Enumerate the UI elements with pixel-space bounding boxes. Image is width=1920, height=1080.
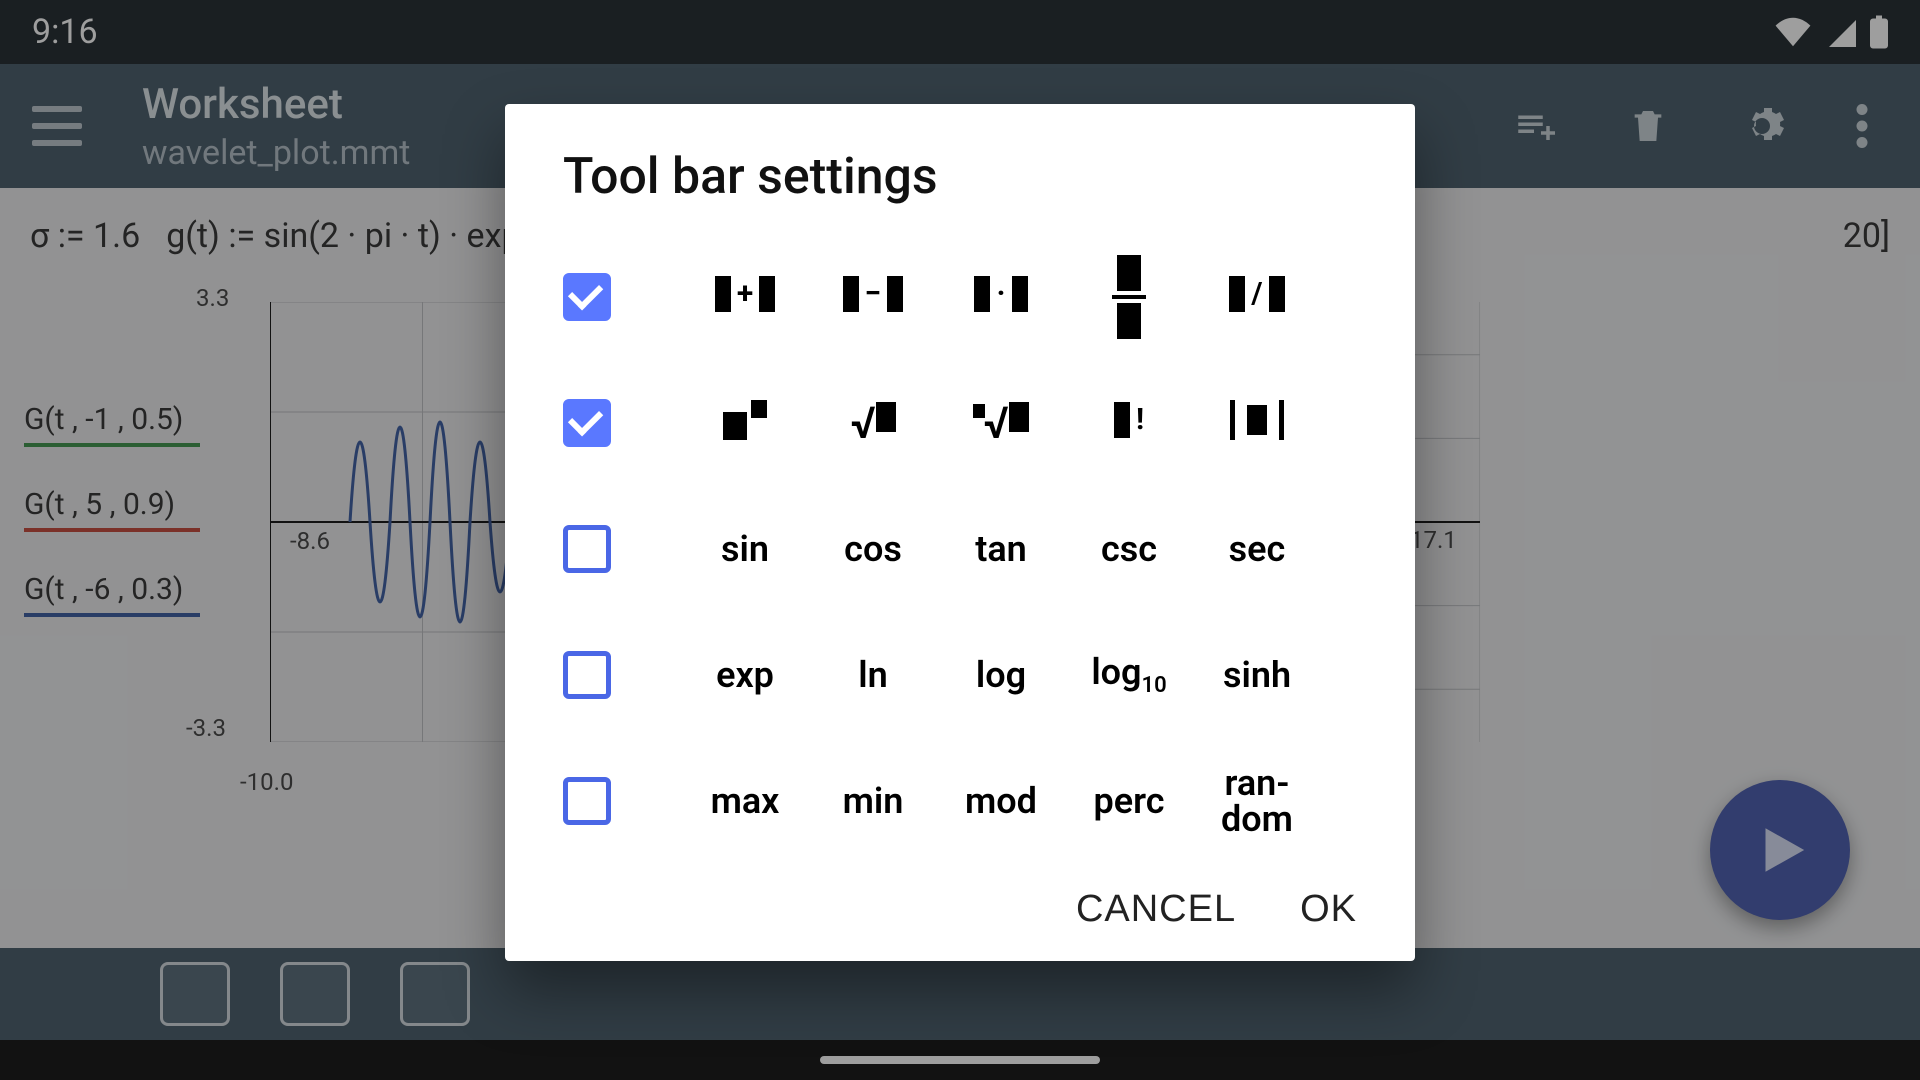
op-log10: log10 xyxy=(1091,654,1166,697)
op-multiply-icon: · xyxy=(974,276,1027,318)
settings-row: √ √ ! xyxy=(563,360,1357,486)
op-random: ran-dom xyxy=(1221,765,1293,837)
op-exp: exp xyxy=(716,657,774,693)
op-nthroot-icon: √ xyxy=(973,401,1028,445)
toolbar-settings-dialog: Tool bar settings + − · / √ √ ! xyxy=(505,104,1415,961)
op-csc: csc xyxy=(1101,531,1157,567)
op-tan: tan xyxy=(975,531,1027,567)
op-fraction-icon xyxy=(1112,255,1146,339)
settings-row: sin cos tan csc sec xyxy=(563,486,1357,612)
op-max: max xyxy=(711,783,780,819)
op-subtract-icon: − xyxy=(843,276,904,318)
checkbox-row3[interactable] xyxy=(563,525,611,573)
op-sqrt-icon: √ xyxy=(850,401,895,445)
op-sin: sin xyxy=(721,531,769,567)
checkbox-row2[interactable] xyxy=(563,399,611,447)
op-perc: perc xyxy=(1093,783,1164,819)
op-log: log xyxy=(976,657,1026,693)
op-sec: sec xyxy=(1229,531,1286,567)
op-divide-icon: / xyxy=(1229,276,1284,318)
op-min: min xyxy=(843,783,904,819)
op-factorial-icon: ! xyxy=(1114,402,1144,444)
settings-row: exp ln log log10 sinh xyxy=(563,612,1357,738)
settings-row: max min mod perc ran-dom xyxy=(563,738,1357,864)
checkbox-row5[interactable] xyxy=(563,777,611,825)
ok-button[interactable]: OK xyxy=(1300,888,1357,931)
op-power-icon xyxy=(723,400,767,446)
op-ln: ln xyxy=(858,657,887,693)
cancel-button[interactable]: CANCEL xyxy=(1076,888,1236,931)
dialog-actions: CANCEL OK xyxy=(563,888,1357,931)
op-abs-icon xyxy=(1230,400,1284,446)
settings-row: + − · / xyxy=(563,234,1357,360)
dialog-title: Tool bar settings xyxy=(563,148,1357,206)
op-sinh: sinh xyxy=(1223,657,1291,693)
op-mod: mod xyxy=(965,783,1037,819)
op-cos: cos xyxy=(844,531,902,567)
checkbox-row4[interactable] xyxy=(563,651,611,699)
op-add-icon: + xyxy=(715,276,775,318)
checkbox-row1[interactable] xyxy=(563,273,611,321)
